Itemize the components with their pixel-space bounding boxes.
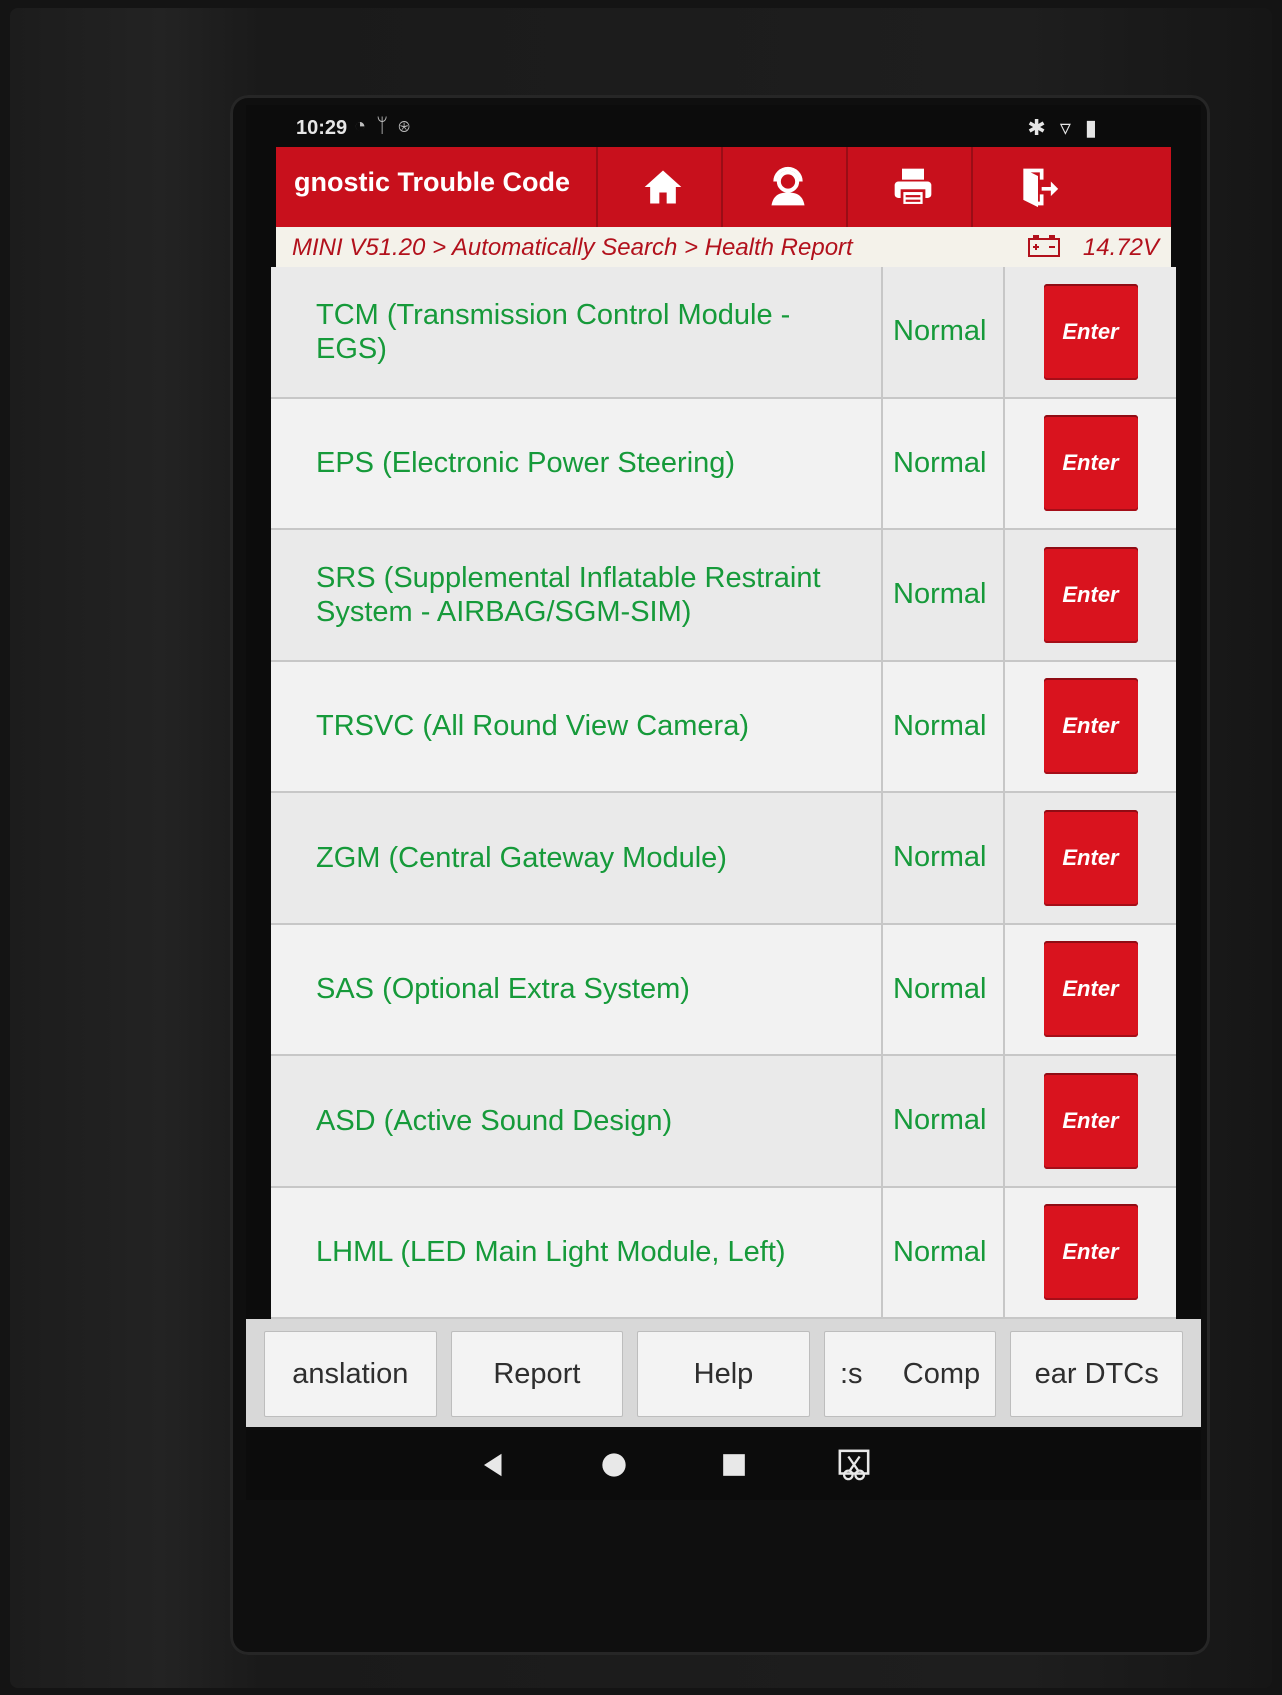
- bottom-toolbar: anslation Report Help :s Comp ear DTCs: [246, 1319, 1201, 1427]
- recents-icon: [723, 1454, 745, 1476]
- breadcrumb-path: MINI V51.20 > Automatically Search > Hea…: [292, 234, 853, 261]
- support-icon: [771, 166, 805, 206]
- support-button[interactable]: [721, 147, 853, 227]
- module-row: SRS (Supplemental Inflatable Restraint S…: [271, 530, 1176, 662]
- enter-button[interactable]: Enter: [1043, 678, 1138, 775]
- enter-button[interactable]: Enter: [1043, 415, 1138, 512]
- module-name: TRSVC (All Round View Camera): [271, 661, 883, 791]
- module-row: SAS (Optional Extra System) Normal Enter: [271, 924, 1176, 1056]
- module-status: Normal: [883, 398, 1005, 528]
- screenshot-icon: [838, 1449, 870, 1481]
- enter-button[interactable]: Enter: [1043, 1204, 1138, 1301]
- breadcrumb: MINI V51.20 > Automatically Search > Hea…: [276, 227, 1171, 267]
- module-row: ASD (Active Sound Design) Normal Enter: [271, 1056, 1176, 1188]
- title-bar: gnostic Trouble Code: [276, 147, 1171, 229]
- home-button[interactable]: [596, 147, 728, 227]
- enter-button[interactable]: Enter: [1043, 283, 1138, 380]
- module-status: Normal: [883, 1187, 1005, 1317]
- settings-notification-icon: ⊛: [398, 115, 421, 137]
- home-icon: [644, 170, 682, 204]
- enter-button[interactable]: Enter: [1043, 546, 1138, 643]
- enter-button[interactable]: Enter: [1043, 809, 1138, 906]
- page-title: gnostic Trouble Code: [294, 167, 571, 197]
- battery-voltage: 14.72V: [1082, 234, 1159, 261]
- module-name: SRS (Supplemental Inflatable Restraint S…: [271, 530, 883, 660]
- back-button[interactable]: [474, 1445, 514, 1485]
- signal-icon: ▿: [1059, 115, 1085, 140]
- enter-button[interactable]: Enter: [1043, 941, 1138, 1038]
- module-status: Normal: [883, 661, 1005, 791]
- home-circle-icon: [602, 1453, 626, 1477]
- module-status: Normal: [883, 267, 1005, 397]
- module-name: LHML (LED Main Light Module, Left): [271, 1187, 883, 1317]
- module-status: Normal: [883, 924, 1005, 1054]
- module-status: Normal: [883, 1056, 1005, 1186]
- print-icon: [894, 168, 932, 207]
- wifi-icon: ◔: [354, 115, 377, 137]
- back-icon: [484, 1453, 502, 1477]
- bluetooth-icon: ✱: [1027, 115, 1060, 140]
- usb-icon: ᛘ: [376, 115, 399, 137]
- print-button[interactable]: [846, 147, 978, 227]
- help-button[interactable]: Help: [637, 1331, 810, 1417]
- status-notification-icons: ◔ᛘ⊛: [354, 115, 420, 138]
- module-row: LHML (LED Main Light Module, Left) Norma…: [271, 1187, 1176, 1319]
- module-name: TCM (Transmission Control Module - EGS): [271, 267, 883, 397]
- enter-button[interactable]: Enter: [1043, 1072, 1138, 1169]
- module-name: EPS (Electronic Power Steering): [271, 398, 883, 528]
- car-battery-icon: [1028, 235, 1060, 257]
- module-name: SAS (Optional Extra System): [271, 924, 883, 1054]
- module-row: EPS (Electronic Power Steering) Normal E…: [271, 398, 1176, 530]
- module-list: TCM (Transmission Control Module - EGS) …: [271, 267, 1176, 1319]
- module-name: ZGM (Central Gateway Module): [271, 793, 883, 923]
- recents-button[interactable]: [714, 1445, 754, 1485]
- screenshot-button[interactable]: [834, 1445, 874, 1485]
- module-row: TRSVC (All Round View Camera) Normal Ent…: [271, 661, 1176, 793]
- module-status: Normal: [883, 530, 1005, 660]
- module-name: ASD (Active Sound Design): [271, 1056, 883, 1186]
- home-nav-button[interactable]: [594, 1445, 634, 1485]
- status-system-icons: ✱▿▮: [1027, 115, 1111, 141]
- exit-icon: [1023, 168, 1059, 208]
- exit-button[interactable]: [971, 147, 1103, 227]
- compare-button[interactable]: :s Comp: [823, 1331, 997, 1417]
- translation-button[interactable]: anslation: [264, 1331, 437, 1417]
- battery-icon: ▮: [1084, 115, 1111, 140]
- tablet-screen: 10:29 ◔ᛘ⊛ ✱▿▮ gnostic Trouble Code MINI …: [246, 105, 1201, 1500]
- android-nav-bar: [246, 1427, 1201, 1500]
- status-time: 10:29: [296, 117, 348, 139]
- report-button[interactable]: Report: [450, 1331, 624, 1417]
- module-status: Normal: [883, 793, 1005, 923]
- status-bar: 10:29 ◔ᛘ⊛ ✱▿▮: [246, 105, 1201, 150]
- module-row: TCM (Transmission Control Module - EGS) …: [271, 267, 1176, 399]
- clear-dtcs-button[interactable]: ear DTCs: [1010, 1331, 1183, 1417]
- module-row: ZGM (Central Gateway Module) Normal Ente…: [271, 793, 1176, 925]
